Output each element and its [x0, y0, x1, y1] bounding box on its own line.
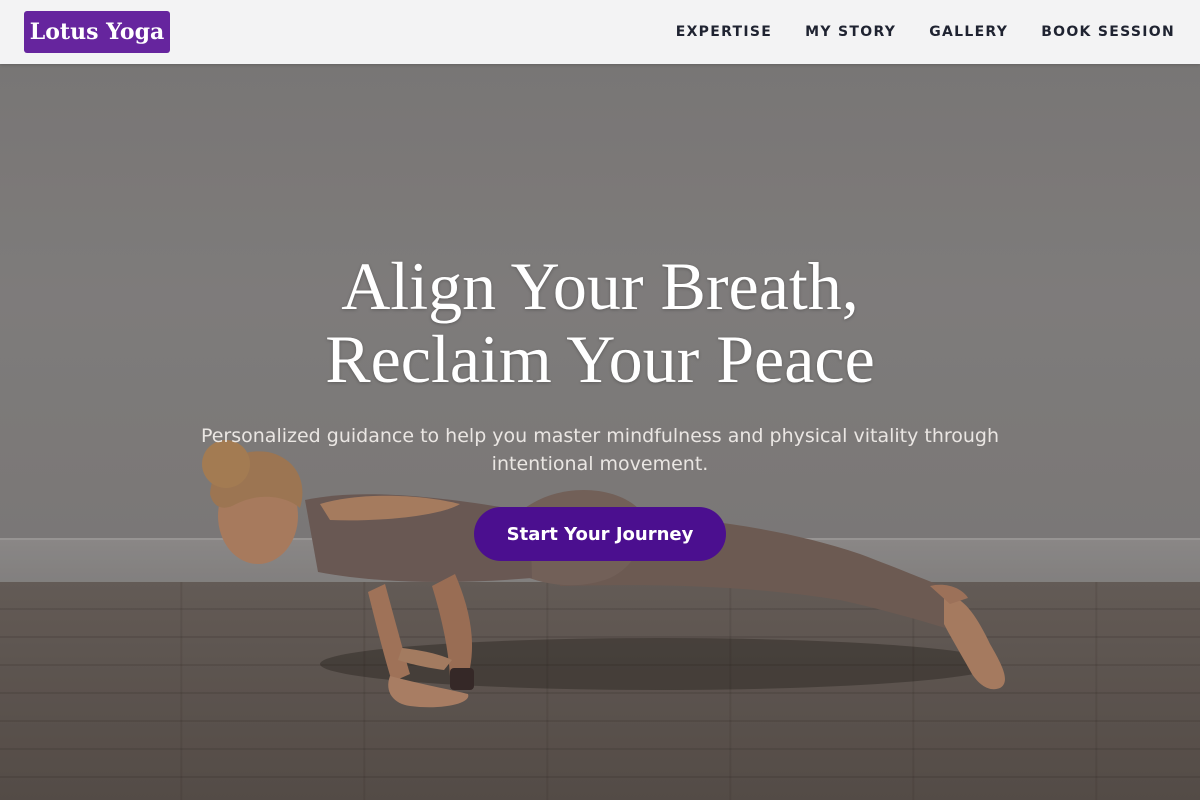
brand-logo[interactable]: Lotus Yoga	[24, 11, 170, 53]
hero-title-line-1: Align Your Breath,	[341, 248, 859, 324]
hero-title-line-2: Reclaim Your Peace	[325, 321, 875, 397]
site-header: Lotus Yoga EXPERTISE MY STORY GALLERY BO…	[0, 0, 1200, 64]
nav-item-book-session[interactable]: BOOK SESSION	[1041, 22, 1175, 42]
main-nav: EXPERTISE MY STORY GALLERY BOOK SESSION	[676, 22, 1175, 42]
hero-content: Align Your Breath, Reclaim Your Peace Pe…	[0, 250, 1200, 561]
hero-subtitle: Personalized guidance to help you master…	[200, 425, 1000, 475]
nav-item-my-story[interactable]: MY STORY	[805, 22, 896, 42]
nav-item-expertise[interactable]: EXPERTISE	[676, 22, 772, 42]
nav-item-gallery[interactable]: GALLERY	[929, 22, 1008, 42]
start-journey-button[interactable]: Start Your Journey	[474, 507, 726, 561]
hero-section: Align Your Breath, Reclaim Your Peace Pe…	[0, 64, 1200, 800]
hero-title: Align Your Breath, Reclaim Your Peace	[0, 250, 1200, 396]
